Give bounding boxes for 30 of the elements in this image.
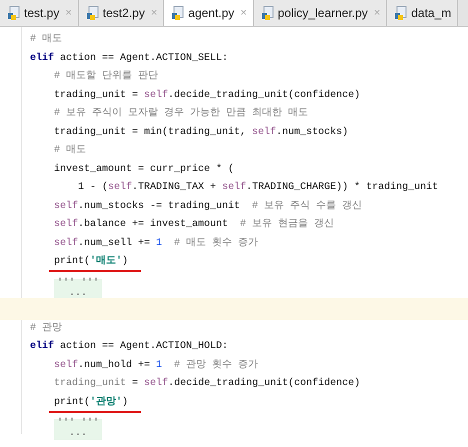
code-line: self.balance += invest_amount # 보유 현금을 갱신 — [53, 218, 336, 232]
code-line: self.num_hold += 1 # 관망 횟수 증가 — [53, 358, 260, 372]
code-line: print('관망') — [0, 394, 468, 412]
python-file-icon — [171, 6, 186, 20]
python-file-icon — [86, 6, 100, 20]
code-line: 1 - (self.TRADING_TAX + self.TRADING_CHARGE)) * trading_unit — [77, 180, 440, 195]
code-line: self.num_sell += 1 # 매도 횟수 증가 — [53, 236, 260, 250]
file-tab[interactable]: test2.py × — [78, 0, 164, 26]
code-line: # 매도 — [53, 144, 88, 158]
python-file-icon — [260, 6, 275, 20]
file-tab[interactable]: test.py × — [0, 0, 79, 26]
code-line: # 보유 주식이 모자랄 경우 가능한 만큼 최대한 매도 — [53, 106, 310, 121]
folded-docstring[interactable]: ''' ''' ... — [54, 278, 102, 300]
code-line: # 매도 — [29, 32, 64, 47]
file-tab[interactable]: policy_learner.py × — [254, 0, 388, 26]
file-tab[interactable]: agent.py × — [164, 0, 254, 26]
python-file-icon — [394, 6, 408, 20]
code-line: elif action == Agent.ACTION_SELL: — [29, 52, 230, 66]
code-line: trading_unit = self.decide_trading_unit(confidence) — [53, 88, 362, 102]
code-line: trading_unit = self.decide_trading_unit(confidence) — [53, 376, 362, 391]
code-line: elif action == Agent.ACTION_HOLD: — [29, 340, 230, 354]
code-line: print('매도') — [0, 253, 468, 272]
file-tab[interactable]: data_m — [387, 0, 458, 26]
python-file-icon — [7, 6, 21, 20]
folded-docstring[interactable]: ''' ''' ... — [54, 419, 102, 440]
code-line: invest_amount = curr_price * ( — [53, 162, 236, 176]
code-line: # 매도할 단위를 판단 — [53, 70, 160, 84]
code-line: self.num_stocks -= trading_unit # 보유 주식 수를 갱신 — [53, 200, 364, 214]
code-line: trading_unit = min(trading_unit, self.num_stocks) — [53, 126, 350, 140]
code-line: # 관망 — [29, 322, 64, 336]
